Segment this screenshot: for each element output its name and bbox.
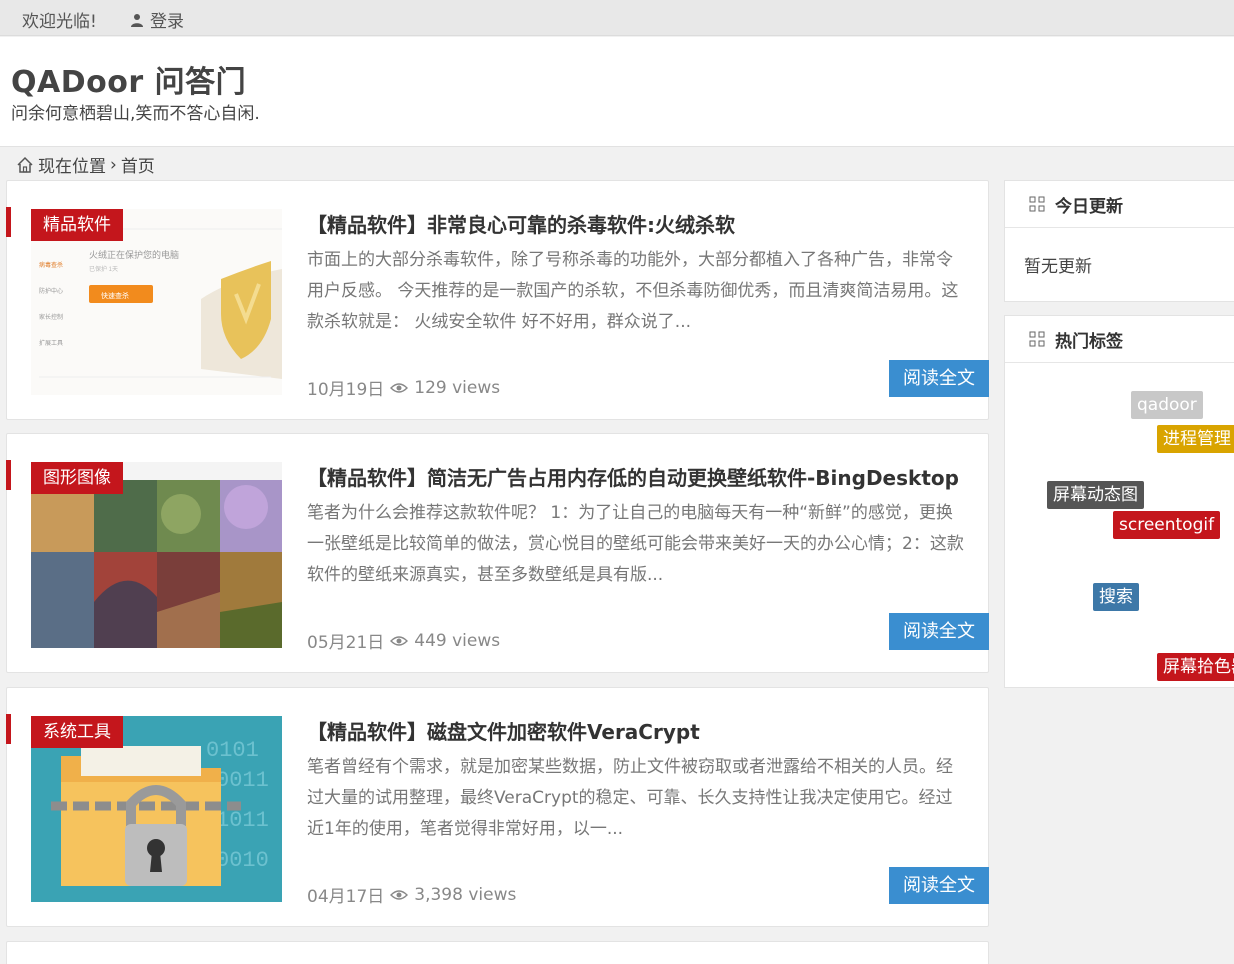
post-card: 0101 0011 1011 0010 系统工具 【精品软件】磁盘文件加密软件V… [6,687,989,927]
post-meta: 10月19日 129 views [307,375,501,401]
breadcrumb-separator: › [110,154,117,175]
post-meta: 05月21日 449 views [307,628,501,654]
post-views: 3,398 views [414,884,517,905]
login-label: 登录 [150,12,184,32]
eye-icon [390,889,409,900]
post-title[interactable]: 【精品软件】简洁无广告占用内存低的自动更换壁纸软件-BingDesktop [307,462,959,491]
svg-text:快速查杀: 快速查杀 [101,291,129,300]
login-link[interactable]: 登录 [130,7,184,32]
read-more-button[interactable]: 阅读全文 [889,867,989,904]
category-badge[interactable]: 系统工具 [31,716,123,748]
svg-text:防护中心: 防护中心 [39,287,63,295]
widget-hot-tags: 热门标签 qadoor 进程管理 屏幕动态图 screentogif 搜索 屏幕… [1004,315,1234,688]
eye-icon [390,635,409,646]
post-card: 图形图像 【精品软件】简洁无广告占用内存低的自动更换壁纸软件-BingDeskt… [6,433,989,673]
widget-title: 热门标签 [1055,331,1123,352]
svg-text:0011: 0011 [216,768,269,793]
top-bar: 欢迎光临! 登录 [0,0,1234,36]
post-views: 129 views [414,377,501,398]
svg-text:家长控制: 家长控制 [39,313,63,321]
home-icon [17,156,33,173]
category-marker [6,207,11,237]
svg-text:火绒正在保护您的电脑: 火绒正在保护您的电脑 [89,249,179,260]
post-excerpt: 笔者曾经有个需求，就是加密某些数据，防止文件被窃取或者泄露给不相关的人员。经过大… [307,757,953,839]
grid-icon [1029,196,1045,212]
svg-text:已保护 1天: 已保护 1天 [89,265,118,273]
category-marker [6,460,11,490]
category-badge[interactable]: 精品软件 [31,209,123,241]
site-tagline: 问余何意栖碧山,笑而不答心自闲. [11,104,260,124]
post-title[interactable]: 【精品软件】非常良心可靠的杀毒软件:火绒杀软 [307,209,735,238]
welcome-text: 欢迎光临! [22,12,97,32]
tag-search[interactable]: 搜索 [1093,583,1139,611]
tag-screentogif[interactable]: screentogif [1113,511,1221,539]
site-header: QADoor 问答门 问余何意栖碧山,笑而不答心自闲. [0,37,1234,147]
post-card: 火绒正在保护您的电脑 已保护 1天 快速查杀 病毒查杀 防护中心 家长控制 扩展… [6,180,989,420]
widget-today-updates: 今日更新 暂无更新 [1004,180,1234,302]
post-title[interactable]: 【精品软件】磁盘文件加密软件VeraCrypt [307,716,700,745]
post-meta: 04月17日 3,398 views [307,882,517,908]
post-card-partial [6,941,989,964]
svg-text:0010: 0010 [216,848,269,873]
tag-process-manager[interactable]: 进程管理 [1157,425,1234,453]
post-date: 05月21日 [307,633,385,653]
widget-header: 热门标签 [1005,316,1234,363]
breadcrumb-current[interactable]: 首页 [121,152,155,177]
post-excerpt: 市面上的大部分杀毒软件，除了号称杀毒的功能外，大部分都植入了各种广告，非常令用户… [307,250,959,332]
no-updates-text: 暂无更新 [1024,257,1092,277]
breadcrumb: 现在位置 › 首页 [16,152,155,177]
grid-icon [1029,331,1045,347]
category-badge[interactable]: 图形图像 [31,462,123,494]
category-marker [6,714,11,744]
svg-text:病毒查杀: 病毒查杀 [39,261,63,269]
breadcrumb-label: 现在位置 [38,157,106,177]
site-title[interactable]: QADoor 问答门 [11,57,246,101]
svg-text:0101: 0101 [206,738,259,763]
eye-icon [390,382,409,393]
svg-text:1011: 1011 [216,808,269,833]
read-more-button[interactable]: 阅读全文 [889,613,989,650]
user-icon [131,13,143,27]
post-date: 10月19日 [307,380,385,400]
post-views: 449 views [414,630,501,651]
tag-qadoor[interactable]: qadoor [1131,391,1203,419]
tag-color-picker[interactable]: 屏幕拾色器 [1157,653,1234,681]
post-date: 04月17日 [307,887,385,907]
post-excerpt: 笔者为什么会推荐这款软件呢？ 1：为了让自己的电脑每天有一种“新鲜”的感觉，更换… [307,503,964,585]
widget-title: 今日更新 [1055,196,1123,217]
widget-header: 今日更新 [1005,181,1234,228]
tag-screen-gif[interactable]: 屏幕动态图 [1047,481,1144,509]
read-more-button[interactable]: 阅读全文 [889,360,989,397]
svg-text:扩展工具: 扩展工具 [39,339,63,347]
